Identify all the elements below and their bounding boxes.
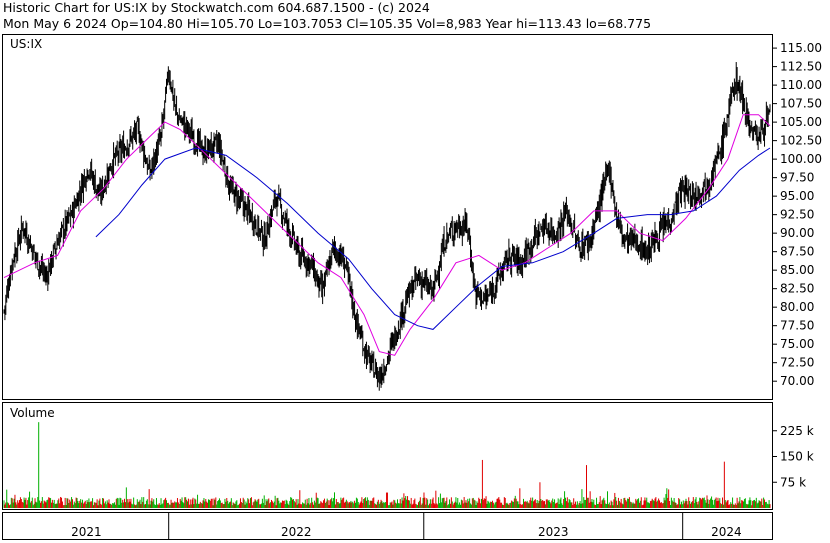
price-tick-label: 105.00 <box>780 115 822 129</box>
price-tick-label: 70.00 <box>780 374 814 388</box>
price-tick-label: 87.50 <box>780 245 814 259</box>
price-tick-label: 97.50 <box>780 171 814 185</box>
price-tick-label: 75.00 <box>780 337 814 351</box>
price-tick-label: 112.50 <box>780 60 822 74</box>
price-tick-label: 107.50 <box>780 97 822 111</box>
volume-tick-label: 225 k <box>780 424 814 438</box>
price-tick-label: 85.00 <box>780 263 814 277</box>
price-tick-label: 100.00 <box>780 152 822 166</box>
price-tick-label: 90.00 <box>780 226 814 240</box>
ma-long-line <box>95 147 771 330</box>
year-label: 2024 <box>711 525 742 539</box>
price-tick-label: 102.50 <box>780 134 822 148</box>
price-tick-label: 92.50 <box>780 208 814 222</box>
price-tick-label: 80.00 <box>780 300 814 314</box>
price-tick-label: 110.00 <box>780 78 822 92</box>
volume-tick-label: 150 k <box>780 450 814 464</box>
price-tick-label: 115.00 <box>780 41 822 55</box>
price-tick-label: 77.50 <box>780 319 814 333</box>
volume-tick-label: 75 k <box>780 475 806 489</box>
price-tick-label: 72.50 <box>780 356 814 370</box>
year-label: 2022 <box>281 525 312 539</box>
chart-canvas: 115.00 112.50 110.00 107.50 105.00 102.50 100.… <box>3 41 822 540</box>
price-tick-label: 95.00 <box>780 189 814 203</box>
year-label: 2023 <box>538 525 569 539</box>
price-tick-label: 82.50 <box>780 282 814 296</box>
year-label: 2021 <box>71 525 102 539</box>
